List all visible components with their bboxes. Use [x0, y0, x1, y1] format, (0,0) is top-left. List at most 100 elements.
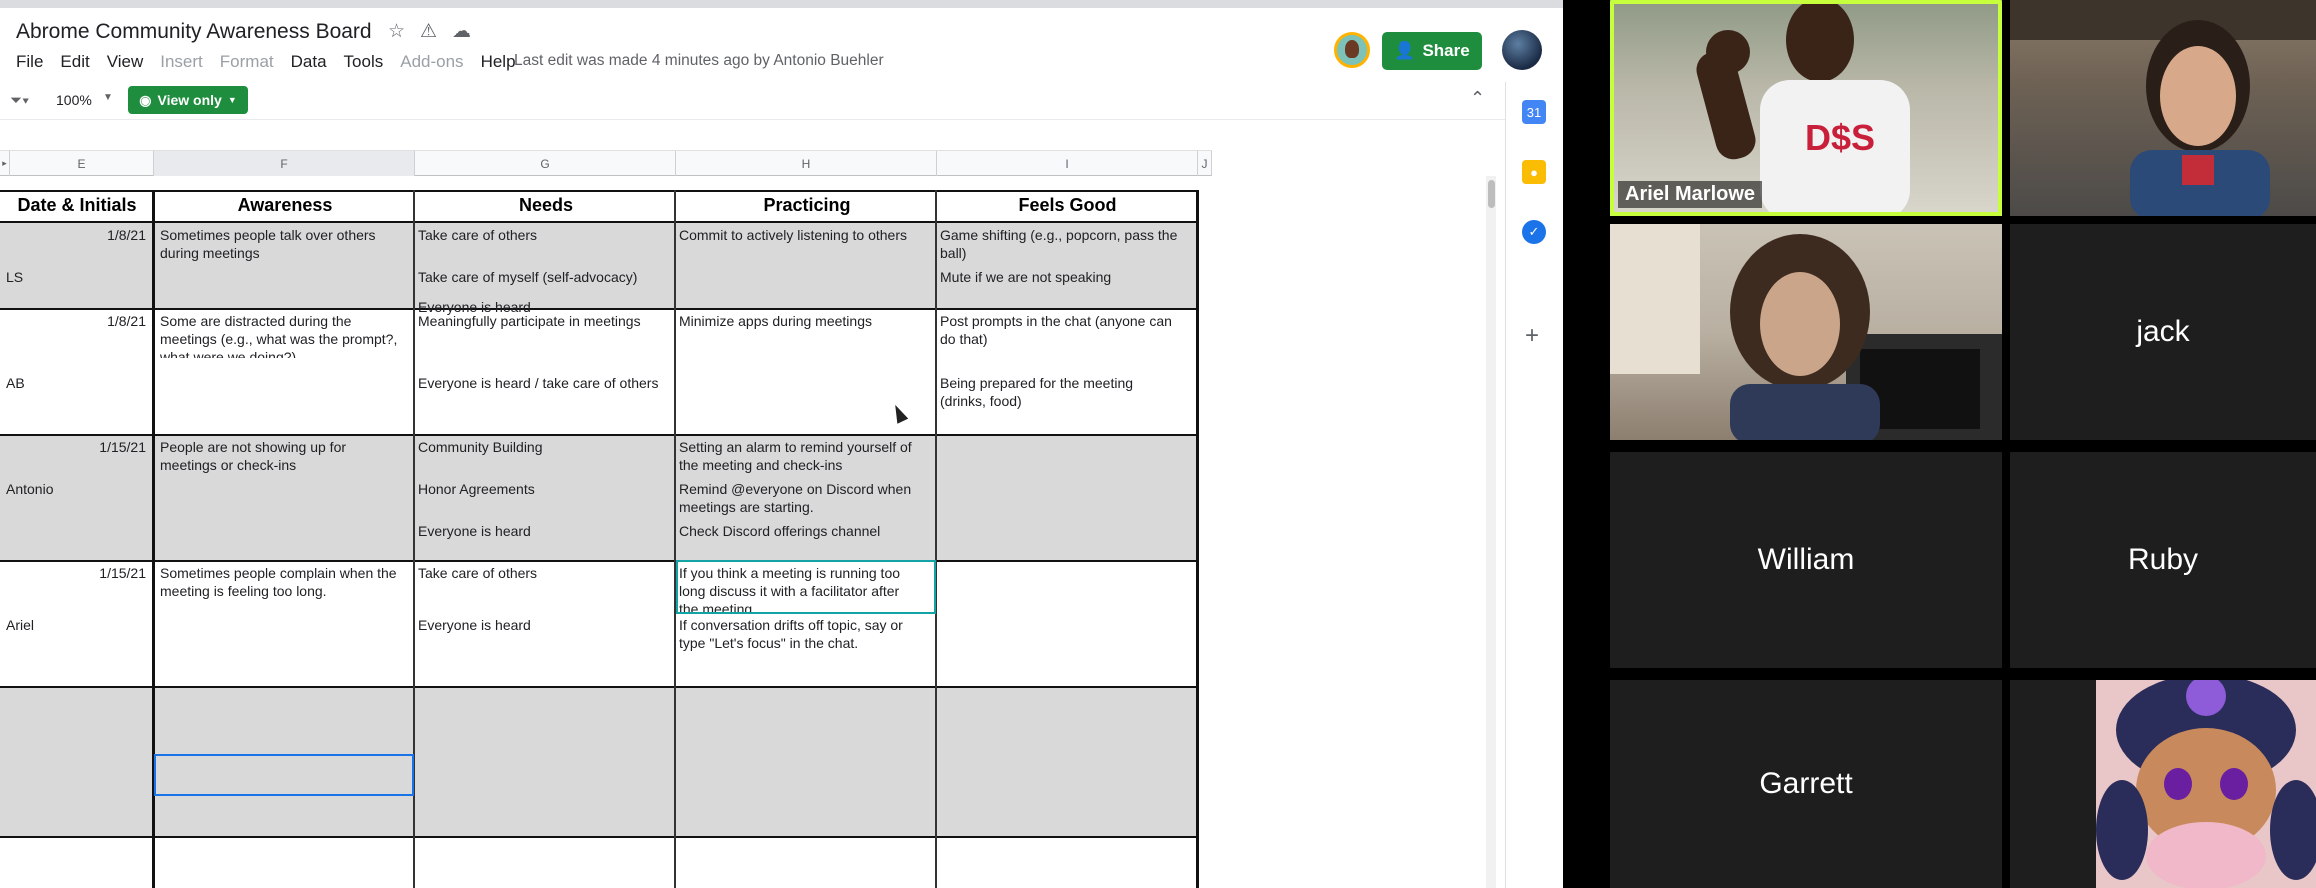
collaborator-selection [676, 560, 936, 614]
cell-date[interactable]: 1/8/21 [10, 312, 146, 330]
participant-video-ariel[interactable]: D$S Ariel Marlowe [1610, 0, 2002, 216]
keep-icon[interactable]: ● [1522, 160, 1546, 184]
header-date-initials: Date & Initials [17, 195, 137, 215]
cell-needs[interactable]: Take care of others [418, 564, 672, 582]
participant-video-2[interactable] [2010, 0, 2316, 216]
participant-tile-william[interactable]: William [1610, 452, 2002, 668]
filter-icon[interactable]: ⏷▾ [10, 92, 29, 109]
cell-practicing[interactable]: Commit to actively listening to others [679, 226, 933, 244]
cloud-status-icon[interactable]: ☁ [452, 20, 471, 43]
tasks-icon[interactable]: ✓ [1522, 220, 1546, 244]
add-icon[interactable]: + [1525, 322, 1539, 350]
cell-feels-good[interactable]: Post prompts in the chat (anyone can do … [940, 312, 1196, 348]
cell-awareness[interactable]: Sometimes people complain when the meeti… [160, 564, 412, 600]
table-border [0, 434, 1198, 436]
menu-insert[interactable]: Insert [160, 52, 203, 72]
table-border [1196, 190, 1199, 888]
cell-awareness[interactable]: Sometimes people talk over others during… [160, 226, 412, 262]
cell-feels-good[interactable]: Being prepared for the meeting (drinks, … [940, 374, 1196, 410]
sheets-window: Abrome Community Awareness Board ☆ ⚠ ☁ F… [0, 0, 1563, 888]
collaborator-avatar[interactable] [1334, 32, 1370, 68]
collapse-header-icon[interactable]: ⌃ [1470, 88, 1485, 109]
column-header-e[interactable]: E [10, 151, 154, 176]
last-edit-link[interactable]: Last edit was made 4 minutes ago by Anto… [514, 52, 884, 70]
cell-line: Sometimes people talk over others [160, 227, 376, 243]
cell-practicing[interactable]: Minimize apps during meetings [679, 312, 933, 330]
header-awareness: Awareness [237, 195, 333, 215]
view-only-button[interactable]: ◉ View only ▼ [128, 86, 248, 114]
participant-tile-ruby[interactable]: Ruby [2010, 452, 2316, 668]
cell-line: during meetings [160, 245, 260, 261]
participant-tile-jack[interactable]: jack [2010, 224, 2316, 440]
cell-practicing[interactable]: Setting an alarm to remind yourself of t… [679, 438, 933, 474]
drive-move-icon[interactable]: ⚠ [420, 20, 437, 43]
star-icon[interactable]: ☆ [388, 20, 405, 43]
zoom-select[interactable]: 100% [56, 92, 92, 108]
cell-line: Some are distracted during the [160, 313, 352, 329]
calendar-icon[interactable]: 31 [1522, 100, 1546, 124]
cell-needs[interactable]: Everyone is heard [418, 616, 672, 634]
freeze-handle[interactable]: ▸ [0, 151, 10, 176]
header-practicing: Practicing [763, 195, 851, 215]
menu-help[interactable]: Help [481, 52, 516, 72]
menu-format[interactable]: Format [220, 52, 274, 72]
column-header-i[interactable]: I [937, 151, 1198, 176]
cell-needs[interactable]: Community Building [418, 438, 672, 456]
cell-line: People are not showing up for [160, 439, 347, 455]
menu-edit[interactable]: Edit [60, 52, 89, 72]
cell-needs[interactable]: Everyone is heard [418, 522, 672, 540]
cell-practicing[interactable]: If conversation drifts off topic, say or… [679, 616, 933, 652]
spreadsheet-grid[interactable]: Date & Initials Awareness Needs Practici… [0, 190, 1200, 888]
cell-feels-good[interactable]: Game shifting (e.g., popcorn, pass the b… [940, 226, 1196, 262]
table-border [674, 190, 676, 888]
account-avatar[interactable] [1502, 30, 1542, 70]
cell-needs[interactable]: Meaningfully participate in meetings [418, 312, 672, 330]
cell-initials[interactable]: Antonio [6, 480, 53, 498]
cell-date[interactable]: 1/15/21 [10, 438, 146, 456]
cell-line: do that) [940, 331, 988, 347]
menu-bar: File Edit View Insert Format Data Tools … [16, 51, 533, 73]
table-border [935, 190, 937, 888]
column-header-bar: ▸ E F G H I J [0, 150, 1212, 176]
document-title[interactable]: Abrome Community Awareness Board [16, 20, 372, 44]
chevron-down-icon: ▼ [103, 92, 113, 103]
participant-tile-garrett[interactable]: Garrett [1610, 680, 2002, 888]
participant-video-3[interactable] [1610, 224, 2002, 440]
side-panel: 31 ● ✓ + [1505, 82, 1563, 888]
participant-name: Garrett [1759, 767, 1853, 800]
column-header-f[interactable]: F [154, 151, 415, 176]
cell-line: meeting is feeling too long. [160, 583, 327, 599]
vertical-scrollbar[interactable] [1486, 176, 1496, 888]
cell-feels-good[interactable]: Mute if we are not speaking [940, 268, 1196, 286]
menu-data[interactable]: Data [291, 52, 327, 72]
column-header-j[interactable]: J [1198, 151, 1212, 176]
cell-date[interactable]: 1/15/21 [10, 564, 146, 582]
cell-awareness[interactable]: People are not showing up for meetings o… [160, 438, 412, 474]
cell-awareness[interactable]: Some are distracted during the meetings … [160, 312, 412, 358]
participant-name: jack [2136, 315, 2190, 348]
cell-needs[interactable]: Everyone is heard / take care of others [418, 374, 672, 392]
menu-addons[interactable]: Add-ons [400, 52, 463, 72]
scrollbar-thumb[interactable] [1488, 180, 1495, 208]
cell-line: (drinks, food) [940, 393, 1022, 409]
cell-practicing[interactable]: Remind @everyone on Discord when meeting… [679, 480, 933, 516]
cell-line: Sometimes people complain when the [160, 565, 397, 581]
cell-line: meetings (e.g., what was the prompt?, [160, 331, 398, 347]
share-button[interactable]: 👤 Share [1382, 32, 1482, 70]
menu-view[interactable]: View [107, 52, 144, 72]
participant-video-avatar[interactable] [2010, 680, 2316, 888]
active-cell-selection[interactable] [154, 754, 414, 796]
menu-file[interactable]: File [16, 52, 43, 72]
menu-tools[interactable]: Tools [344, 52, 384, 72]
column-header-g[interactable]: G [415, 151, 676, 176]
cell-needs[interactable]: Take care of others [418, 226, 672, 244]
cell-practicing[interactable]: Check Discord offerings channel [679, 522, 933, 540]
cell-date[interactable]: 1/8/21 [10, 226, 146, 244]
cell-initials[interactable]: AB [6, 374, 25, 392]
cell-needs[interactable]: Take care of myself (self-advocacy) [418, 268, 672, 286]
cell-needs[interactable]: Honor Agreements [418, 480, 672, 498]
cell-initials[interactable]: Ariel [6, 616, 34, 634]
cell-initials[interactable]: LS [6, 268, 23, 286]
column-header-h[interactable]: H [676, 151, 937, 176]
cell-line: Post prompts in the chat (anyone can [940, 313, 1172, 329]
